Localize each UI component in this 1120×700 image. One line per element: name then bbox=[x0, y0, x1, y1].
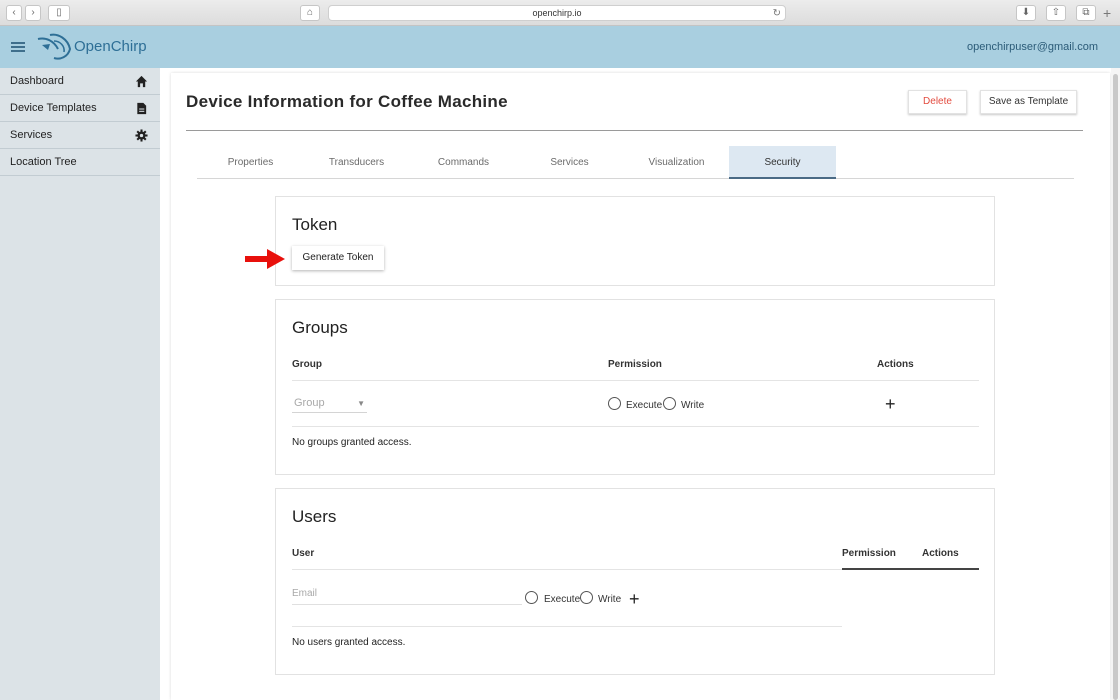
tabs-icon[interactable]: ⧉ bbox=[1076, 5, 1096, 21]
openchirp-logo-icon bbox=[37, 33, 72, 60]
url-bar[interactable]: openchirp.io ↻ bbox=[328, 5, 786, 21]
red-arrow-icon bbox=[245, 249, 285, 269]
permission-column-header: Permission bbox=[608, 359, 662, 370]
app-header: OpenChirp openchirpuser@gmail.com bbox=[0, 26, 1120, 68]
title-divider bbox=[186, 130, 1083, 131]
sidebar-item-label: Dashboard bbox=[10, 75, 64, 87]
tab-commands[interactable]: Commands bbox=[410, 146, 517, 179]
new-tab-icon[interactable]: + bbox=[1103, 6, 1111, 20]
scrollbar-thumb[interactable] bbox=[1113, 74, 1118, 700]
groups-title: Groups bbox=[292, 318, 348, 337]
reload-icon[interactable]: ↻ bbox=[773, 6, 781, 21]
email-input[interactable]: Email bbox=[292, 587, 522, 605]
actions-column-header: Actions bbox=[877, 359, 914, 370]
tab-visualization[interactable]: Visualization bbox=[623, 146, 730, 179]
sidebar: Dashboard Device Templates Services Loca… bbox=[0, 68, 160, 700]
generate-token-button[interactable]: Generate Token bbox=[292, 246, 384, 270]
permission-column-header: Permission bbox=[842, 548, 896, 559]
add-user-icon[interactable]: + bbox=[629, 590, 640, 608]
user-execute-radio[interactable] bbox=[525, 591, 538, 604]
sidebar-item-dashboard[interactable]: Dashboard bbox=[0, 68, 160, 95]
sidebar-item-label: Device Templates bbox=[10, 102, 97, 114]
row-divider bbox=[292, 426, 979, 427]
page-title: Device Information for Coffee Machine bbox=[186, 92, 508, 111]
actions-column-header: Actions bbox=[922, 548, 959, 559]
browser-toolbar: ‹ › ▯ ⌂ openchirp.io ↻ ⬇ ⇧ ⧉ + bbox=[0, 0, 1120, 26]
header-divider bbox=[292, 380, 979, 381]
group-write-radio[interactable] bbox=[663, 397, 676, 410]
tab-transducers[interactable]: Transducers bbox=[303, 146, 410, 179]
token-card: Token Generate Token bbox=[245, 196, 995, 286]
brand-name: OpenChirp bbox=[74, 38, 147, 55]
url-text: openchirp.io bbox=[532, 8, 582, 18]
user-write-label: Write bbox=[598, 594, 622, 605]
groups-card: Groups Group Permission Actions Group ▼ … bbox=[275, 299, 995, 475]
tab-bar: Properties Transducers Commands Services… bbox=[197, 146, 1074, 179]
group-execute-radio[interactable] bbox=[608, 397, 621, 410]
sidebar-item-services[interactable]: Services bbox=[0, 122, 160, 149]
users-empty-text: No users granted access. bbox=[292, 637, 406, 648]
home-icon bbox=[135, 75, 148, 88]
group-column-header: Group bbox=[292, 359, 322, 370]
back-icon[interactable]: ‹ bbox=[6, 5, 22, 21]
share-icon[interactable]: ⇧ bbox=[1046, 5, 1066, 21]
document-icon bbox=[137, 102, 147, 115]
main-panel: Device Information for Coffee Machine De… bbox=[171, 73, 1110, 700]
sidebar-toggle-icon[interactable]: ▯ bbox=[48, 5, 70, 21]
header-divider bbox=[292, 569, 842, 570]
email-placeholder: Email bbox=[292, 588, 318, 599]
token-title: Token bbox=[292, 215, 338, 234]
forward-icon[interactable]: › bbox=[25, 5, 41, 21]
users-card: Users User Permission Actions Email Exec… bbox=[275, 488, 995, 675]
group-select-placeholder: Group bbox=[294, 397, 325, 409]
gear-icon bbox=[135, 129, 148, 142]
header-accent-divider bbox=[842, 568, 979, 570]
group-write-label: Write bbox=[681, 400, 705, 411]
row-divider bbox=[292, 626, 842, 627]
save-as-template-button[interactable]: Save as Template bbox=[980, 90, 1077, 114]
sidebar-item-device-templates[interactable]: Device Templates bbox=[0, 95, 160, 122]
user-email[interactable]: openchirpuser@gmail.com bbox=[967, 41, 1098, 53]
sidebar-item-label: Location Tree bbox=[10, 156, 77, 168]
users-title: Users bbox=[292, 507, 337, 526]
download-icon[interactable]: ⬇ bbox=[1016, 5, 1036, 21]
chevron-down-icon: ▼ bbox=[357, 399, 365, 408]
user-write-radio[interactable] bbox=[580, 591, 593, 604]
tab-services[interactable]: Services bbox=[516, 146, 623, 179]
group-execute-label: Execute bbox=[626, 400, 663, 411]
user-column-header: User bbox=[292, 548, 315, 559]
user-execute-label: Execute bbox=[544, 594, 581, 605]
sidebar-item-location-tree[interactable]: Location Tree bbox=[0, 149, 160, 176]
sidebar-item-label: Services bbox=[10, 129, 53, 141]
delete-button[interactable]: Delete bbox=[908, 90, 967, 114]
home-browser-icon[interactable]: ⌂ bbox=[300, 5, 320, 21]
add-group-icon[interactable]: + bbox=[885, 395, 896, 413]
tab-properties[interactable]: Properties bbox=[197, 146, 304, 179]
tab-security[interactable]: Security bbox=[729, 146, 836, 179]
group-select[interactable]: Group ▼ bbox=[292, 396, 367, 413]
menu-icon[interactable] bbox=[11, 42, 25, 52]
groups-empty-text: No groups granted access. bbox=[292, 437, 412, 448]
